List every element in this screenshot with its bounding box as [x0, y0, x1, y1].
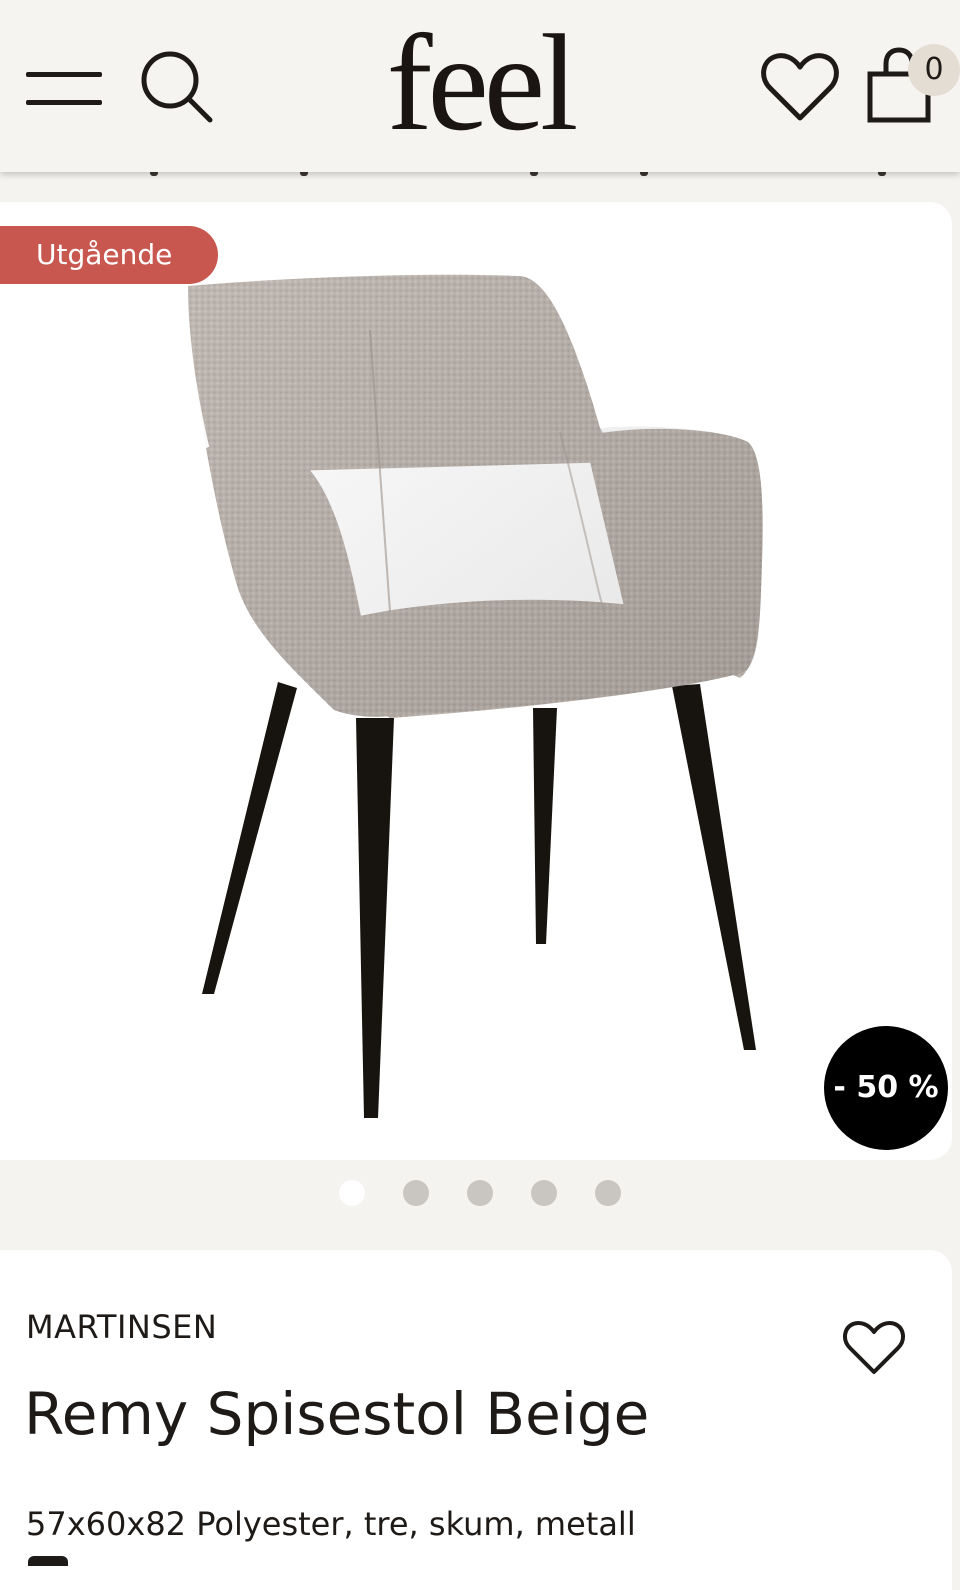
- product-image-card[interactable]: [0, 202, 952, 1160]
- carousel-dot-5[interactable]: [595, 1180, 621, 1206]
- carousel-dot-2[interactable]: [403, 1180, 429, 1206]
- status-badge: Utgående: [0, 226, 218, 284]
- carousel-dots: [0, 1180, 960, 1206]
- discount-badge: - 50 %: [824, 1026, 948, 1150]
- breadcrumb-strip: [0, 172, 960, 200]
- heart-icon: [843, 1321, 905, 1374]
- carousel-dot-3[interactable]: [467, 1180, 493, 1206]
- price-partial: [28, 1556, 68, 1566]
- cart-count-badge: 0: [908, 44, 960, 96]
- product-specs: 57x60x82 Polyester, tre, skum, metall: [26, 1505, 636, 1543]
- product-title: Remy Spisestol Beige: [24, 1380, 650, 1448]
- carousel-dot-4[interactable]: [531, 1180, 557, 1206]
- carousel-dot-1[interactable]: [339, 1180, 365, 1206]
- product-photo[interactable]: [0, 202, 952, 1160]
- wishlist-button[interactable]: [760, 50, 840, 124]
- heart-icon: [761, 53, 839, 121]
- product-brand[interactable]: MARTINSEN: [26, 1308, 217, 1346]
- site-header: feel 0: [0, 0, 960, 172]
- add-to-wishlist-button[interactable]: [842, 1318, 906, 1378]
